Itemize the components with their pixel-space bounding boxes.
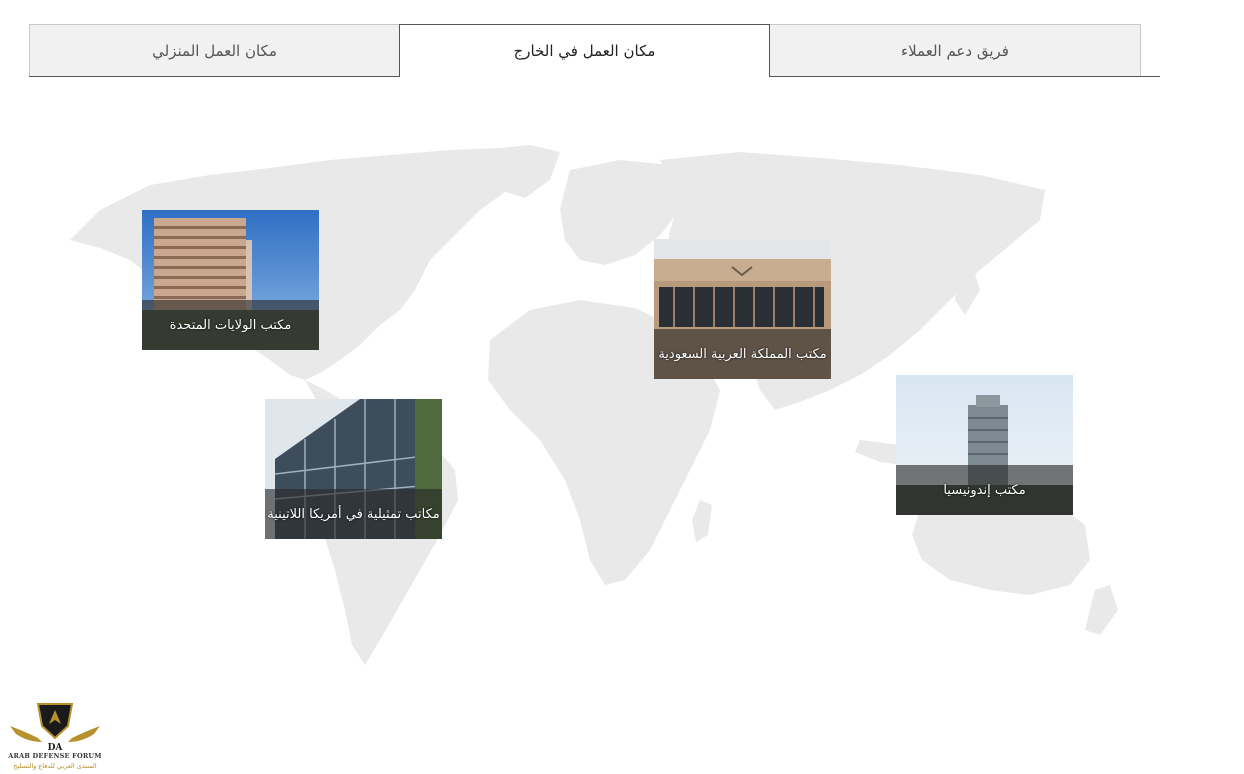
tab-label: مكان العمل في الخارج <box>513 42 656 60</box>
office-label: مكتب المملكة العربية السعودية <box>654 329 831 379</box>
arab-defense-forum-logo: DA ARAB DEFENSE FORUM المنتدى العربي للد… <box>6 698 104 774</box>
tab-customer-support[interactable]: فريق دعم العملاء <box>769 24 1141 76</box>
office-card-latin-america[interactable]: مكاتب تمثيلية في أمريكا اللاتينية <box>265 399 442 539</box>
map-new-zealand <box>1085 585 1118 635</box>
office-label: مكتب الولايات المتحدة <box>142 300 319 350</box>
logo-emblem: DA <box>10 703 100 753</box>
tab-home-workplace[interactable]: مكان العمل المنزلي <box>29 24 400 76</box>
tab-label: مكان العمل المنزلي <box>152 41 277 60</box>
office-label: مكاتب تمثيلية في أمريكا اللاتينية <box>265 489 442 539</box>
logo-name: ARAB DEFENSE FORUM <box>8 752 102 760</box>
map-madagascar <box>692 500 712 542</box>
office-card-usa[interactable]: مكتب الولايات المتحدة <box>142 210 319 350</box>
logo-subtitle: المنتدى العربي للدفاع والتسليح <box>13 762 97 770</box>
tab-bar: مكان العمل المنزلي مكان العمل في الخارج … <box>29 24 1160 77</box>
tab-abroad-workplace[interactable]: مكان العمل في الخارج <box>399 24 770 77</box>
office-label: مكتب إندونيسيا <box>896 465 1073 515</box>
office-card-indonesia[interactable]: مكتب إندونيسيا <box>896 375 1073 515</box>
tab-label: فريق دعم العملاء <box>901 41 1009 60</box>
office-card-saudi-arabia[interactable]: مكتب المملكة العربية السعودية <box>654 239 831 379</box>
